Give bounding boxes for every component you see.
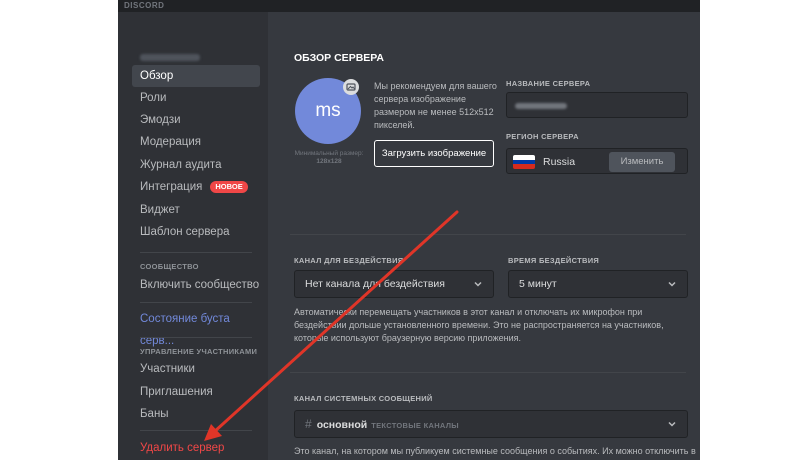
chevron-down-icon [474,281,482,287]
min-size-hint: Минимальный размер: 128x128 [286,150,372,166]
min-size-value: 128x128 [316,158,342,165]
sidebar-item-label: Включить сообщество [140,279,260,291]
afk-timeout-select[interactable]: 5 минут [508,270,688,298]
afk-timeout-value: 5 минут [519,278,557,290]
sidebar-item-delete-server[interactable]: Удалить сервер [132,437,260,459]
sidebar-item-label: Обзор [140,70,174,82]
sidebar-item-roles[interactable]: Роли [132,87,260,109]
afk-channel-select[interactable]: Нет канала для бездействия [294,270,494,298]
sidebar-item-overview[interactable]: Обзор [132,65,260,87]
sidebar-divider [140,252,252,253]
settings-sidebar: Обзор Роли Эмодзи Модерация Журнал аудит… [118,12,268,460]
image-recommendation: Мы рекомендуем для вашего сервера изобра… [374,81,497,130]
russia-flag-icon [513,155,535,169]
min-size-label: Минимальный размер: [294,150,364,157]
server-region-value: Russia [543,156,576,168]
sidebar-item-label: Роли [140,92,167,104]
chevron-down-icon [668,281,676,287]
sidebar-item-label: Интеграция [140,181,203,193]
section-divider [290,372,686,373]
sidebar-item-label: Удалить сервер [140,442,225,454]
chevron-down-icon [668,421,676,427]
server-name-value-blurred [515,103,567,109]
upload-image-button[interactable]: Загрузить изображение [374,140,494,167]
sidebar-item-enable-community[interactable]: Включить сообщество [132,274,260,296]
sidebar-item-label: Состояние буста серв... [140,313,230,347]
sidebar-item-bans[interactable]: Баны [132,403,260,425]
page-title: ОБЗОР СЕРВЕРА [294,52,384,64]
new-badge: НОВОЕ [210,180,248,193]
members-section-header: УПРАВЛЕНИЕ УЧАСТНИКАМИ [140,347,258,356]
system-channel-category: ТЕКСТОВЫЕ КАНАЛЫ [371,421,459,430]
sidebar-item-label: Эмодзи [140,114,181,126]
server-name-input[interactable] [506,92,688,118]
sidebar-item-integrations[interactable]: Интеграция НОВОЕ [132,176,260,198]
system-channel-label: КАНАЛ СИСТЕМНЫХ СООБЩЕНИЙ [294,394,433,403]
system-channel-description: Это канал, на котором мы публикуем систе… [294,446,696,456]
sidebar-item-label: Виджет [140,204,180,216]
sidebar-item-moderation[interactable]: Модерация [132,131,260,153]
app-brand: DISCORD [124,1,165,10]
sidebar-item-invites[interactable]: Приглашения [132,381,260,403]
hashtag-icon: # [305,417,312,431]
sidebar-item-widget[interactable]: Виджет [132,199,260,221]
sidebar-item-label: Модерация [140,136,201,148]
sidebar-item-label: Шаблон сервера [140,226,230,238]
sidebar-item-emoji[interactable]: Эмодзи [132,109,260,131]
server-region-field: Russia Изменить [506,148,688,174]
afk-description: Автоматически перемещать участников в эт… [294,307,664,343]
sidebar-divider [140,337,252,338]
settings-content: ОБЗОР СЕРВЕРА ms Минимальный размер: 128… [268,12,700,460]
server-region-label: РЕГИОН СЕРВЕРА [506,132,579,141]
sidebar-item-label: Журнал аудита [140,159,222,171]
sidebar-divider [140,430,252,431]
sidebar-divider [140,302,252,303]
server-name-heading-blurred [140,54,200,61]
discord-window: DISCORD Обзор Роли Эмодзи Модерация Журн… [118,0,700,460]
sidebar-item-members[interactable]: Участники [132,358,260,380]
add-image-icon[interactable] [343,79,359,95]
sidebar-item-label: Участники [140,363,195,375]
system-channel-name: основной [316,419,368,431]
sidebar-item-label: Приглашения [140,386,213,398]
afk-timeout-label: ВРЕМЯ БЕЗДЕЙСТВИЯ [508,256,600,265]
avatar-initials: ms [315,100,341,121]
sidebar-item-label: Баны [140,408,169,420]
afk-channel-value: Нет канала для бездействия [305,278,445,290]
sidebar-item-server-template[interactable]: Шаблон сервера [132,221,260,243]
community-section-header: СООБЩЕСТВО [140,262,199,271]
title-bar: DISCORD [118,0,700,12]
server-name-label: НАЗВАНИЕ СЕРВЕРА [506,79,591,88]
system-channel-select[interactable]: # основной ТЕКСТОВЫЕ КАНАЛЫ [294,410,688,438]
section-divider [290,234,686,235]
sidebar-item-boost-status[interactable]: Состояние буста серв... [132,308,260,347]
afk-channel-label: КАНАЛ ДЛЯ БЕЗДЕЙСТВИЯ [294,256,404,265]
sidebar-item-audit-log[interactable]: Журнал аудита [132,154,260,176]
change-region-button[interactable]: Изменить [609,152,675,172]
